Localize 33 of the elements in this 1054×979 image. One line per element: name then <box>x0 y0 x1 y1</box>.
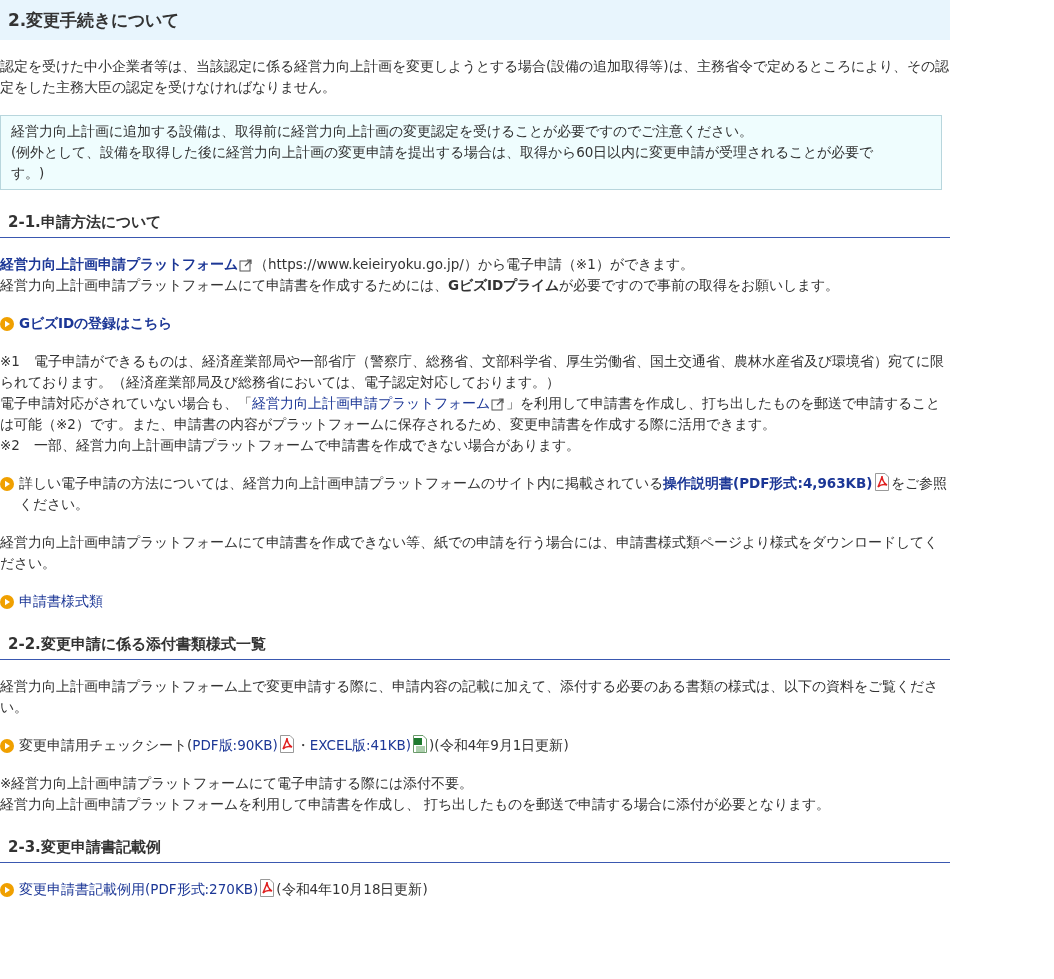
pdf-icon <box>873 473 890 491</box>
text-link[interactable]: EXCEL版:41KB) <box>309 737 412 753</box>
text-link[interactable]: GビズIDの登録はこちら <box>19 315 173 331</box>
text-line: (例外として、設備を取得した後に経営力向上計画の変更申請を提出する場合は、取得から60日以内に変更申請が受理されることが必要です。) <box>11 143 875 183</box>
section-heading: 2.変更手続きについて <box>0 0 950 40</box>
text-line: ※経営力向上計画申請プラットフォームにて電子申請する際には添付不要。 <box>0 774 475 793</box>
text-link[interactable]: 経営力向上計画申請プラットフォーム <box>252 395 490 411</box>
text-link[interactable]: 申請書様式類 <box>19 593 103 609</box>
text-line: 経営力向上計画申請プラットフォーム （https://www.keieiryoku.go.jp/）から電子申請（※1）ができます。 <box>0 255 695 274</box>
text-line: 電子申請対応がされていない場合も、「経営力向上計画申請プラットフォーム 」を利用して申請書を作成し、打ち出したものを郵送で申請することは可能（※2）です。また、申請書の内容がプラットフォームに保存されるため、変更申請書を作成する際に活用できます。 <box>0 394 941 434</box>
pdf-icon <box>278 735 295 753</box>
text-line: 変更申請書記載例用(PDF形式:270KB) (令和4年10月18日更新) <box>19 879 429 899</box>
subsection-heading: 2-2.変更申請に係る添付書類様式一覧 <box>0 629 950 660</box>
external-link-icon <box>239 258 253 272</box>
text-link[interactable]: 経営力向上計画申請プラットフォーム <box>0 256 238 272</box>
text-link[interactable]: 変更申請書記載例用(PDF形式:270KB) <box>19 881 259 897</box>
text-line: 経営力向上計画申請プラットフォームを利用して申請書を作成し、 打ち出したものを郵送で申請する場合に添付が必要となります。 <box>0 795 832 814</box>
subsection-heading: 2-3.変更申請書記載例 <box>0 832 950 863</box>
text-line: 経営力向上計画申請プラットフォームにて申請書を作成するためには、GビズIDプライムが必要ですので事前の取得をお願いします。 <box>0 276 841 295</box>
text-line: 認定を受けた中小企業者等は、当該認定に係る経営力向上計画を変更しようとする場合(設備の追加取得等)は、主務省令で定めるところにより、その認定をした主務大臣の認定を受けなければなりません。 <box>0 57 950 97</box>
text-line: 変更申請用チェックシート(PDF版:90KB) ・EXCEL版:41KB) )(令和4年9月1日更新) <box>19 735 570 755</box>
text-line: 経営力向上計画に追加する設備は、取得前に経営力向上計画の変更認定を受けることが必要ですのでご注意ください。 <box>11 122 754 141</box>
text-line: 経営力向上計画申請プラットフォームにて申請書を作成できない等、紙での申請を行う場合には、申請書様式類ページより様式をダウンロードしてください。 <box>0 533 939 573</box>
text-line: 詳しい電子申請の方法については、経営力向上計画申請プラットフォームのサイト内に掲載されている操作説明書(PDF形式:4,963KB) をご参照ください。 <box>19 473 948 514</box>
text-line: ※1 電子申請ができるものは、経済産業部局や一部省庁（警察庁、総務省、文部科学省、厚生労働省、国土交通省、農林水産省及び環境省）宛てに限られております。（経済産業部局及び総務省においては、電子認定対応しております。） <box>0 352 945 392</box>
text-link[interactable]: PDF版:90KB) <box>192 737 278 753</box>
pdf-icon <box>259 879 276 897</box>
text-line: ※2 一部、経営力向上計画申請プラットフォームで申請書を作成できない場合があります。 <box>0 436 581 455</box>
text-line: 経営力向上計画申請プラットフォーム上で変更申請する際に、申請内容の記載に加えて、添付する必要のある書類の様式は、以下の資料をご覧ください。 <box>0 677 939 717</box>
spreadsheet-icon <box>412 735 429 753</box>
text-link[interactable]: 操作説明書(PDF形式:4,963KB) <box>663 475 873 491</box>
subsection-heading: 2-1.申請方法について <box>0 207 950 238</box>
external-link-icon <box>491 397 505 411</box>
